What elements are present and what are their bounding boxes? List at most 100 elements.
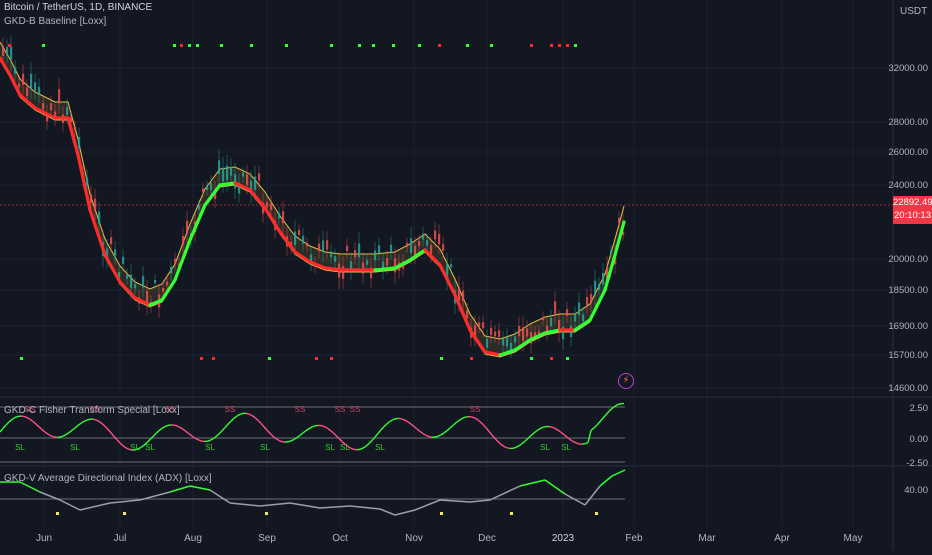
candle-body <box>494 331 496 336</box>
candle-body <box>94 199 96 211</box>
adx-signal-dot <box>123 512 126 515</box>
fisher-segment <box>189 434 192 436</box>
adx-y-label: 40.00 <box>904 485 928 496</box>
candle-body <box>206 187 208 190</box>
candle-body <box>406 243 408 247</box>
fisher-segment <box>288 441 291 442</box>
candle-body <box>266 202 268 207</box>
adx-title[interactable]: GKD-V Average Directional Index (ADX) [L… <box>4 473 212 484</box>
signal-dot-bottom <box>200 357 203 360</box>
candle-body <box>126 275 128 279</box>
x-axis-label: Sep <box>258 533 276 544</box>
candle-body <box>66 107 68 115</box>
candle-body <box>410 238 412 253</box>
fisher-segment <box>237 414 240 416</box>
fisher-segment <box>390 420 393 422</box>
fisher-segment <box>141 445 144 447</box>
adx-segment <box>440 500 470 502</box>
fisher-segment <box>12 418 15 420</box>
fisher-segment <box>384 424 387 427</box>
candle-body <box>246 174 248 185</box>
adx-segment <box>290 503 320 508</box>
candle-body <box>242 173 244 177</box>
x-axis-label: Dec <box>478 533 496 544</box>
signal-dot-top <box>8 44 11 47</box>
fisher-segment <box>246 413 249 414</box>
fisher-segment <box>552 427 555 428</box>
candle-body <box>282 211 284 223</box>
fisher-segment <box>519 444 522 446</box>
x-axis-label: Nov <box>405 533 423 544</box>
candle-body <box>602 273 604 285</box>
candle-body <box>326 240 328 249</box>
signal-dot-bottom <box>530 357 533 360</box>
fisher-segment <box>537 429 540 431</box>
candle-body <box>390 245 392 253</box>
fisher-title[interactable]: GKD-C Fisher Transform Special [Loxx] <box>4 405 180 416</box>
adx-segment <box>565 494 585 505</box>
fisher-segment <box>240 413 243 414</box>
adx-segment <box>395 510 415 515</box>
fisher-segment <box>522 441 525 444</box>
candle-body <box>14 67 16 73</box>
fisher-segment <box>162 427 165 429</box>
candle-body <box>414 246 416 255</box>
fisher-segment <box>549 427 552 428</box>
fisher-segment <box>3 425 6 428</box>
candle-body <box>154 280 156 283</box>
fisher-sl-label: SL <box>130 443 140 452</box>
candle-body <box>90 194 92 202</box>
fisher-sl-label: SL <box>15 443 25 452</box>
fisher-segment <box>567 437 570 439</box>
fisher-segment <box>63 435 66 437</box>
fisher-segment <box>366 444 369 447</box>
baseline-title[interactable]: GKD-B Baseline [Loxx] <box>4 16 106 27</box>
adx-signal-dot <box>510 512 513 515</box>
x-axis-label: Aug <box>184 533 202 544</box>
candle-body <box>466 311 468 318</box>
candle-body <box>378 245 380 253</box>
fisher-segment <box>378 430 381 434</box>
fisher-segment <box>573 441 576 443</box>
adx-segment <box>545 480 565 494</box>
fisher-segment <box>393 419 396 420</box>
fisher-segment <box>126 448 129 449</box>
adx-segment <box>60 500 80 510</box>
candle-body <box>18 83 20 87</box>
fisher-segment <box>480 422 483 425</box>
x-axis-label: 2023 <box>552 533 575 544</box>
candle-body <box>598 284 600 290</box>
candle-body <box>438 234 440 244</box>
adx-segment <box>490 486 520 500</box>
adx-signal-dot <box>265 512 268 515</box>
candle-body <box>582 314 584 321</box>
signal-dot-bottom <box>566 357 569 360</box>
fisher-segment <box>597 422 600 425</box>
candle-body <box>234 174 236 188</box>
adx-signal-dot <box>56 512 59 515</box>
fisher-sl-label: SL <box>260 443 270 452</box>
fisher-segment <box>561 432 564 434</box>
y-axis-label: 20000.00 <box>888 254 928 265</box>
x-axis-label: Oct <box>332 533 348 544</box>
adx-segment <box>600 476 612 486</box>
fisher-sl-label: SL <box>340 443 350 452</box>
candle-body <box>278 213 280 218</box>
fisher-segment <box>363 446 366 448</box>
chart-svg[interactable]: JunJulAugSepOctNovDec2023FebMarAprMay320… <box>0 0 932 550</box>
candle-body <box>186 221 188 233</box>
candle-body <box>450 264 452 267</box>
candle-body <box>358 243 360 257</box>
fisher-segment <box>456 420 459 422</box>
fisher-segment <box>210 439 213 441</box>
flash-icon[interactable]: ⚡ <box>618 373 634 389</box>
fisher-segment <box>576 443 579 444</box>
signal-dot-bottom <box>268 357 271 360</box>
fisher-segment <box>270 433 273 436</box>
fisher-segment <box>81 421 84 423</box>
candle-body <box>22 74 24 85</box>
candle-body <box>42 103 44 109</box>
candle-body <box>202 188 204 192</box>
candle-body <box>462 291 464 301</box>
candle-body <box>142 276 144 287</box>
